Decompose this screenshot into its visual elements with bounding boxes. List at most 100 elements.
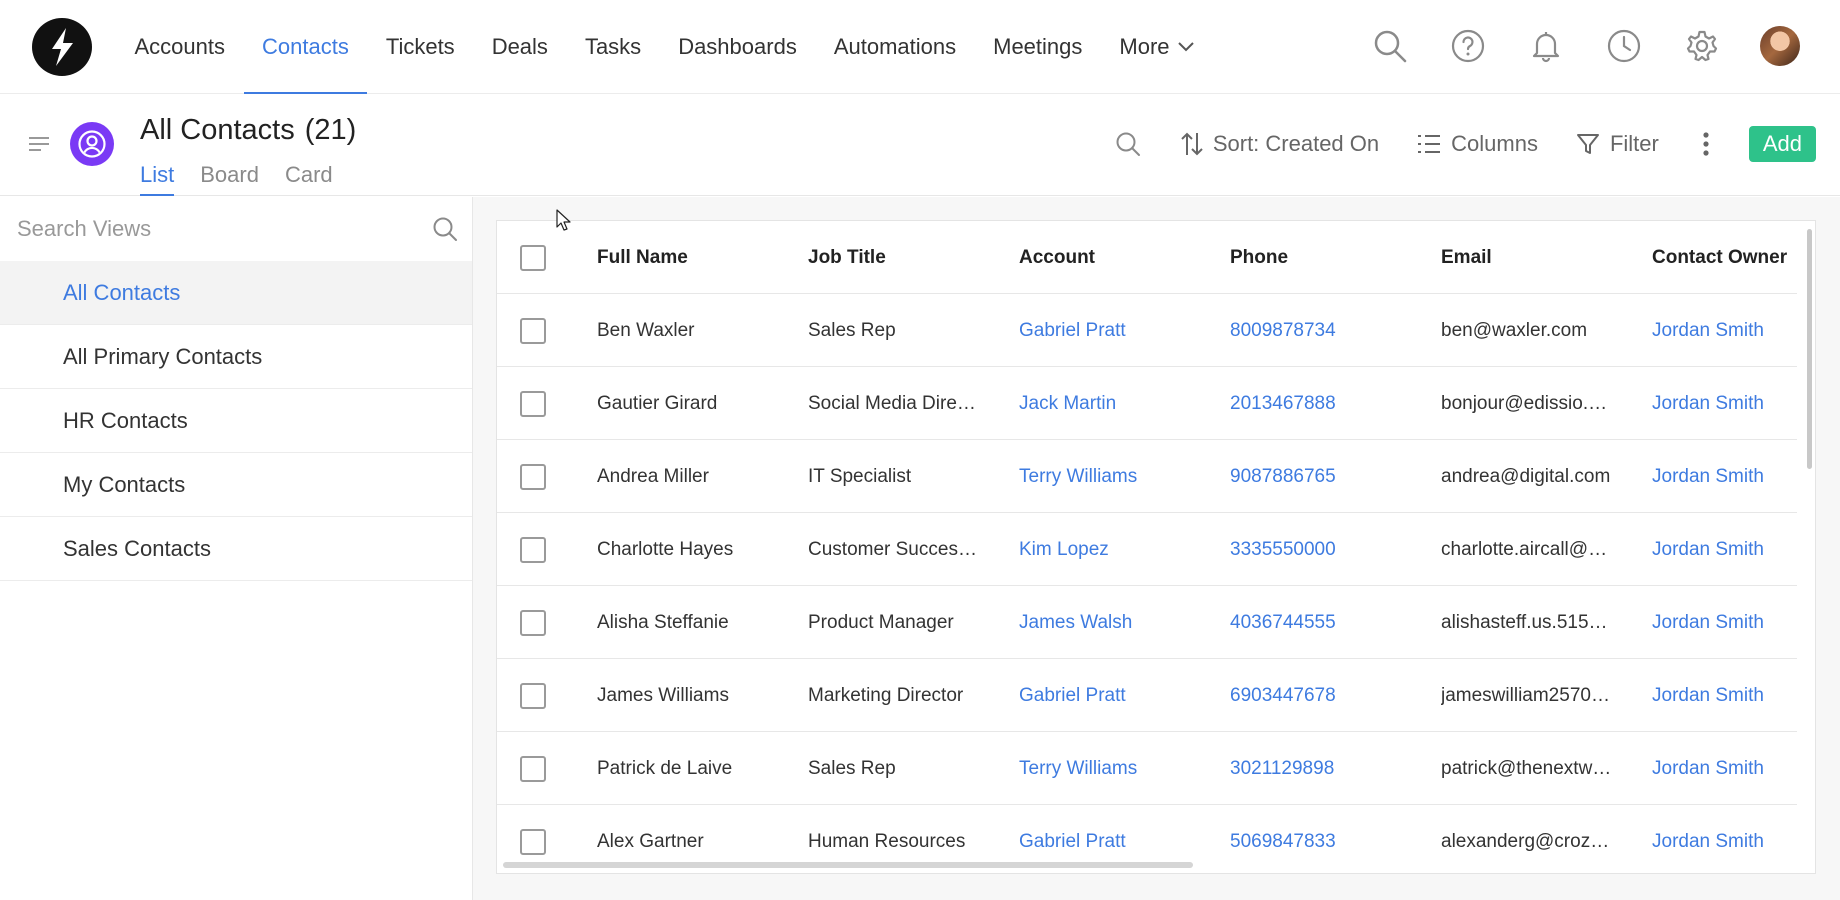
cell-phone-link-text[interactable]: 2013467888 <box>1230 393 1336 415</box>
columns-button[interactable]: Columns <box>1417 131 1538 157</box>
cell-contact-owner-link[interactable]: Jordan Smith <box>1652 732 1797 805</box>
nav-tickets[interactable]: Tickets <box>367 0 473 94</box>
table-row[interactable]: Ben Waxler Sales Rep Gabriel Pratt 80098787… <box>497 294 1797 367</box>
filter-button[interactable]: Filter <box>1576 131 1659 157</box>
cell-contact-owner-link-text[interactable]: Jordan Smith <box>1652 393 1764 415</box>
cell-account-link[interactable]: Kim Lopez <box>1019 513 1209 586</box>
cell-phone-link-text[interactable]: 3021129898 <box>1230 758 1334 780</box>
gear-icon[interactable] <box>1682 26 1722 66</box>
cell-account-link-text[interactable]: James Walsh <box>1019 612 1132 634</box>
cell-phone-link[interactable]: 4036744555 <box>1230 586 1420 659</box>
cell-contact-owner-link-text[interactable]: Jordan Smith <box>1652 685 1764 707</box>
view-item-all-contacts[interactable]: All Contacts <box>0 261 472 325</box>
table-row[interactable]: Alisha Steffanie Product Manager James Wal… <box>497 586 1797 659</box>
user-avatar[interactable] <box>1760 26 1800 66</box>
column-header-job-title[interactable]: Job Title <box>808 221 998 294</box>
cell-phone-link[interactable]: 2013467888 <box>1230 367 1420 440</box>
view-item-all-primary-contacts[interactable]: All Primary Contacts <box>0 325 472 389</box>
nav-accounts[interactable]: Accounts <box>116 0 244 94</box>
cell-contact-owner-link[interactable]: Jordan Smith <box>1652 294 1797 367</box>
row-checkbox[interactable] <box>520 463 546 490</box>
cell-phone-link[interactable]: 6903447678 <box>1230 659 1420 732</box>
tab-card[interactable]: Card <box>285 162 333 196</box>
view-item-my-contacts[interactable]: My Contacts <box>0 453 472 517</box>
nav-deals[interactable]: Deals <box>473 0 566 94</box>
cell-contact-owner-link-text[interactable]: Jordan Smith <box>1652 612 1764 634</box>
add-button[interactable]: Add <box>1748 126 1816 162</box>
cell-phone-link[interactable]: 3021129898 <box>1230 732 1420 805</box>
clock-icon[interactable] <box>1604 26 1644 66</box>
row-checkbox[interactable] <box>520 536 546 563</box>
column-header-account[interactable]: Account <box>1019 221 1209 294</box>
nav-contacts[interactable]: Contacts <box>243 0 368 95</box>
cell-account-link-text[interactable]: Gabriel Pratt <box>1019 831 1126 853</box>
cell-phone-link-text[interactable]: 4036744555 <box>1230 612 1336 634</box>
cell-contact-owner-link[interactable]: Jordan Smith <box>1652 659 1797 732</box>
cell-account-link[interactable]: Gabriel Pratt <box>1019 294 1209 367</box>
cell-phone-link[interactable]: 5069847833 <box>1230 805 1420 873</box>
table-row[interactable]: Andrea Miller IT Specialist Terry Williams… <box>497 440 1797 513</box>
row-checkbox[interactable] <box>520 755 546 782</box>
cell-account-link-text[interactable]: Terry Williams <box>1019 758 1137 780</box>
cell-contact-owner-link[interactable]: Jordan Smith <box>1652 805 1797 873</box>
row-checkbox[interactable] <box>520 828 546 855</box>
help-icon[interactable] <box>1448 26 1488 66</box>
cell-phone-link-text[interactable]: 8009878734 <box>1230 320 1336 342</box>
bell-icon[interactable] <box>1526 26 1566 66</box>
row-checkbox[interactable] <box>520 609 546 636</box>
cell-phone-link[interactable]: 9087886765 <box>1230 440 1420 513</box>
tab-board[interactable]: Board <box>200 162 259 196</box>
search-views-input[interactable] <box>0 197 472 261</box>
horizontal-scrollbar-thumb[interactable] <box>503 862 1193 868</box>
view-item-hr-contacts[interactable]: HR Contacts <box>0 389 472 453</box>
cell-account-link[interactable]: Terry Williams <box>1019 440 1209 513</box>
vertical-scrollbar-thumb[interactable] <box>1807 229 1812 469</box>
view-item-sales-contacts[interactable]: Sales Contacts <box>0 517 472 581</box>
cell-phone-link-text[interactable]: 9087886765 <box>1230 466 1336 488</box>
cell-contact-owner-link-text[interactable]: Jordan Smith <box>1652 831 1764 853</box>
table-row[interactable]: Gautier Girard Social Media Dire… Jack Mar… <box>497 367 1797 440</box>
cell-contact-owner-link[interactable]: Jordan Smith <box>1652 513 1797 586</box>
search-icon[interactable] <box>432 216 458 242</box>
row-checkbox[interactable] <box>520 682 546 709</box>
nav-automations[interactable]: Automations <box>815 0 974 94</box>
cell-phone-link-text[interactable]: 3335550000 <box>1230 539 1336 561</box>
cell-phone-link[interactable]: 8009878734 <box>1230 294 1420 367</box>
tab-list[interactable]: List <box>140 162 175 196</box>
cell-contact-owner-link-text[interactable]: Jordan Smith <box>1652 466 1764 488</box>
cell-contact-owner-link-text[interactable]: Jordan Smith <box>1652 758 1764 780</box>
cell-account-link[interactable]: Gabriel Pratt <box>1019 659 1209 732</box>
cell-phone-link-text[interactable]: 5069847833 <box>1230 831 1336 853</box>
column-header-contact-owner[interactable]: Contact Owner <box>1652 221 1797 294</box>
cell-contact-owner-link[interactable]: Jordan Smith <box>1652 440 1797 513</box>
nav-more[interactable]: More <box>1101 0 1212 94</box>
cell-account-link[interactable]: Terry Williams <box>1019 732 1209 805</box>
nav-dashboards[interactable]: Dashboards <box>660 0 816 94</box>
nav-tasks[interactable]: Tasks <box>566 0 659 94</box>
table-row[interactable]: Charlotte Hayes Customer Succes… Kim Lopez… <box>497 513 1797 586</box>
row-checkbox[interactable] <box>520 317 546 344</box>
cell-account-link-text[interactable]: Jack Martin <box>1019 393 1116 415</box>
cell-contact-owner-link-text[interactable]: Jordan Smith <box>1652 320 1764 342</box>
cell-account-link-text[interactable]: Terry Williams <box>1019 466 1137 488</box>
cell-contact-owner-link[interactable]: Jordan Smith <box>1652 367 1797 440</box>
column-header-email[interactable]: Email <box>1441 221 1631 294</box>
sort-button[interactable]: Sort: Created On <box>1181 131 1379 157</box>
row-checkbox[interactable] <box>520 390 546 417</box>
app-logo[interactable] <box>32 18 92 76</box>
more-options-button[interactable] <box>1703 131 1719 157</box>
hamburger-menu-icon[interactable] <box>27 134 51 154</box>
cell-phone-link-text[interactable]: 6903447678 <box>1230 685 1336 707</box>
select-all-checkbox[interactable] <box>520 244 546 271</box>
cell-contact-owner-link[interactable]: Jordan Smith <box>1652 586 1797 659</box>
cell-account-link[interactable]: James Walsh <box>1019 586 1209 659</box>
cell-account-link-text[interactable]: Gabriel Pratt <box>1019 685 1126 707</box>
column-header-phone[interactable]: Phone <box>1230 221 1420 294</box>
cell-contact-owner-link-text[interactable]: Jordan Smith <box>1652 539 1764 561</box>
nav-meetings[interactable]: Meetings <box>975 0 1101 94</box>
cell-phone-link[interactable]: 3335550000 <box>1230 513 1420 586</box>
cell-account-link-text[interactable]: Gabriel Pratt <box>1019 320 1126 342</box>
table-row[interactable]: James Williams Marketing Director Gabriel … <box>497 659 1797 732</box>
cell-account-link-text[interactable]: Kim Lopez <box>1019 539 1109 561</box>
search-icon[interactable] <box>1370 26 1410 66</box>
